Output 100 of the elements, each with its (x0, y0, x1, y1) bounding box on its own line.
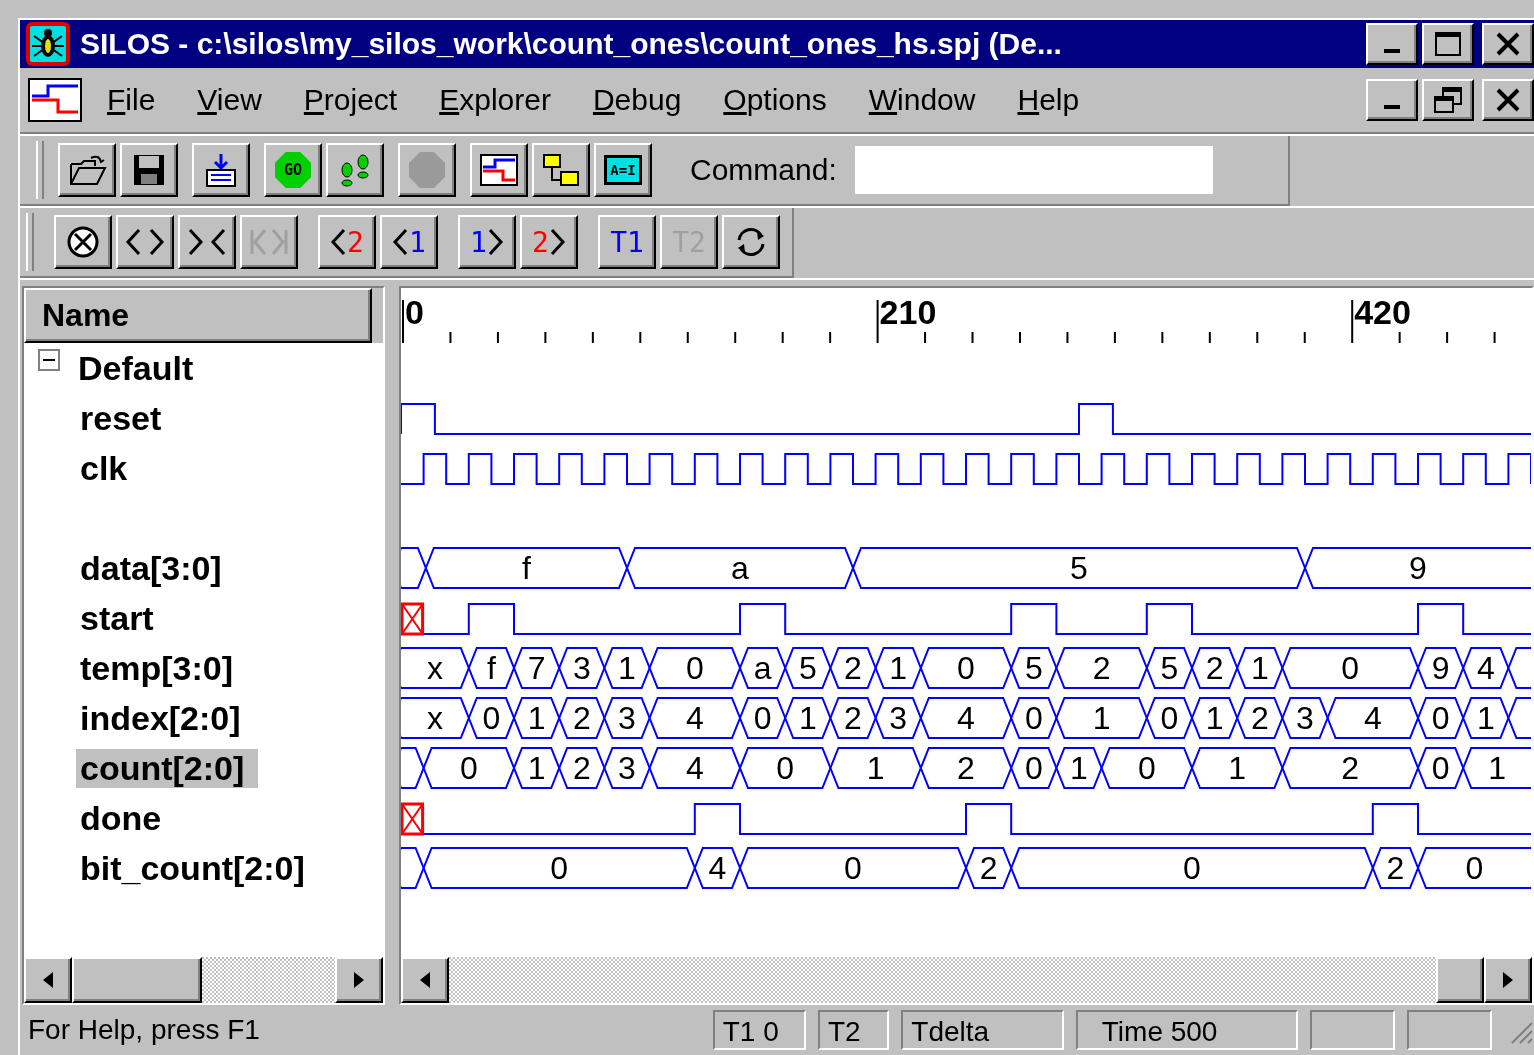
bus-value: 3 (889, 700, 908, 736)
bus-value: 5 (1160, 650, 1179, 686)
watch-button[interactable]: A=I (594, 143, 652, 197)
hierarchy-icon (541, 152, 581, 188)
toolbar-grip[interactable] (36, 141, 44, 199)
restore-icon (1433, 86, 1463, 114)
open-button[interactable] (58, 143, 116, 197)
scroll-right-button[interactable] (335, 957, 383, 1003)
bus-value: 0 (844, 850, 862, 886)
chevron-right-icon (487, 227, 504, 257)
download-icon (203, 152, 239, 188)
bus-value: 1 (1070, 750, 1088, 786)
save-button[interactable] (120, 143, 178, 197)
waveform-icon (479, 153, 519, 187)
bus-value: 1 (889, 650, 908, 686)
close-icon (1495, 88, 1521, 112)
menu-item[interactable]: Help (996, 83, 1101, 117)
bus-value: 9 (1431, 650, 1450, 686)
bus-value: 3 (572, 650, 591, 686)
chevron-right-icon (549, 227, 566, 257)
left-arrow-icon (418, 970, 432, 990)
bus-value: 4 (685, 700, 704, 736)
bus-value: 0 (776, 750, 795, 786)
bus-segment (558, 647, 606, 689)
bus-value: 1 (798, 700, 817, 736)
window-title: SILOS - c:\silos\my_silos_work\count_ones\count_ones_hs.spj (De... (80, 27, 1063, 61)
restore-button[interactable] (1422, 79, 1474, 121)
bus-value: 2 (1205, 650, 1224, 686)
time-label: 420 (1354, 293, 1411, 331)
expand-button[interactable] (116, 215, 174, 269)
bus-segment (1190, 647, 1239, 689)
scroll-thumb[interactable] (1436, 957, 1484, 1003)
bus-value: 7 (527, 650, 546, 686)
minimize-button[interactable] (1366, 79, 1418, 121)
bus-value: 0 (1465, 850, 1484, 886)
bus-value: 3 (618, 700, 636, 736)
scroll-left-button[interactable] (24, 957, 72, 1003)
bus-value: 2 (844, 650, 862, 686)
bus-value: 2 (1092, 650, 1111, 686)
bus-value: 0 (1024, 750, 1043, 786)
waveform-icon[interactable] (28, 78, 82, 122)
bus-value: 1 (866, 750, 885, 786)
bug-icon (26, 22, 70, 66)
column-header[interactable]: Name (24, 288, 372, 343)
bus-value: 0 (482, 700, 501, 736)
explorer-button[interactable] (532, 143, 590, 197)
bus-value: 4 (708, 850, 727, 886)
step-button[interactable] (326, 143, 384, 197)
bus-value: 1 (1476, 700, 1495, 736)
bus-segment (784, 697, 832, 739)
close-button[interactable] (1482, 23, 1534, 65)
bus-value: 2 (1386, 850, 1405, 886)
wave-button[interactable] (470, 143, 528, 197)
minimize-button[interactable] (1366, 23, 1418, 65)
status-pane: T1 0 (712, 1010, 806, 1050)
cursor-button[interactable]: T1 (598, 215, 656, 269)
bus-value: 3 (1296, 700, 1314, 736)
bus-value: 4 (1476, 650, 1495, 686)
menu-item[interactable]: Explorer (418, 83, 572, 117)
signal-name[interactable]: count[2:0] (76, 748, 259, 788)
maximize-button[interactable] (1422, 23, 1474, 65)
bus-value: 1 (1250, 650, 1269, 686)
bus-segment (401, 697, 470, 739)
bus-value: a (731, 550, 749, 586)
go-button[interactable]: GO (264, 143, 322, 197)
clear-button[interactable] (54, 215, 112, 269)
scroll-thumb[interactable] (72, 957, 202, 1003)
scroll-left-button[interactable] (401, 957, 449, 1003)
floppy-icon (131, 152, 167, 188)
bus-value: 4 (1363, 700, 1382, 736)
load-button[interactable] (192, 143, 250, 197)
bus-value: 0 (1024, 700, 1043, 736)
bus-segment (467, 647, 516, 689)
bus-value: 0 (1431, 750, 1450, 786)
bus-value: 0 (1137, 750, 1156, 786)
menu-item[interactable]: Debug (571, 83, 703, 117)
menu-item[interactable]: Options (702, 83, 848, 117)
bus-segment (784, 647, 832, 689)
menu-item[interactable]: Project (282, 83, 419, 117)
bus-value: 0 (685, 650, 704, 686)
right-arrow-icon (1501, 970, 1515, 990)
menu-item[interactable]: Window (847, 83, 997, 117)
minimize-icon (1384, 49, 1400, 53)
bus-value: f (522, 550, 531, 586)
bus-value: 1 (527, 700, 546, 736)
scroll-right-button[interactable] (1484, 957, 1532, 1003)
next-button[interactable]: 1 (458, 215, 516, 269)
bus-value: 0 (753, 700, 772, 736)
refresh-button[interactable] (722, 215, 780, 269)
bus-value: 0 (1183, 850, 1201, 886)
menu-item[interactable]: View (176, 83, 283, 117)
menu-item[interactable]: File (86, 83, 177, 117)
bus-value: x (426, 650, 443, 686)
group-label[interactable]: Default (78, 349, 194, 388)
shrink-button[interactable] (178, 215, 236, 269)
prev-button[interactable]: 1 (380, 215, 438, 269)
collapse-icon[interactable] (38, 349, 60, 371)
close-button[interactable] (1482, 79, 1534, 121)
toolbar-grip[interactable] (26, 213, 34, 271)
command-field[interactable] (854, 146, 1213, 194)
